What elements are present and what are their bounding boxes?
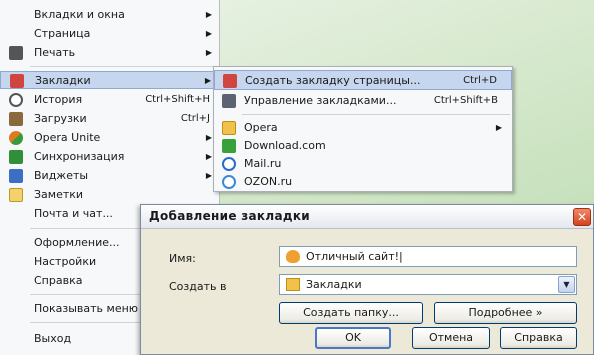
add-bookmark-dialog: Добавление закладки ✕ Имя: Отличный сайт… [140,204,594,355]
submenu-arrow-icon: ▶ [205,152,212,161]
menu-item-label: Вкладки и окна [34,8,125,21]
folder-label: Создать в [169,280,227,293]
submenu-item-label: Управление закладками... [244,94,397,107]
folder-icon [286,278,300,291]
submenu-item-mail-ru[interactable]: Mail.ru [214,154,512,174]
hand-wave-icon [286,250,300,263]
menu-separator [30,66,218,67]
ok-button[interactable]: OK [315,327,391,349]
menu-item-tabs-windows[interactable]: Вкладки и окна ▶ [0,6,220,24]
menu-item-print[interactable]: Печать ▶ [0,44,220,62]
bookmarks-submenu: Создать закладку страницы... Ctrl+D Упра… [213,66,513,192]
submenu-item-label: Создать закладку страницы... [245,74,421,87]
submenu-arrow-icon: ▶ [495,123,502,132]
menu-item-label: Оформление... [34,236,120,249]
menu-item-label: Настройки [34,255,97,268]
name-label: Имя: [169,252,196,265]
menu-item-label: Почта и чат... [34,207,113,220]
close-icon[interactable]: ✕ [573,208,591,226]
menu-item-page[interactable]: Страница ▶ [0,25,220,43]
bookmark-name-value: Отличный сайт!| [306,250,403,263]
menu-item-label: Страница [34,27,91,40]
shortcut-label: Ctrl+Shift+H [145,94,210,105]
bookmark-icon [10,74,24,88]
shortcut-label: Ctrl+J [180,113,210,124]
submenu-item-label: OZON.ru [244,175,293,188]
menu-item-label: Печать [34,46,76,59]
menu-item-label: Загрузки [34,112,87,125]
printer-icon [9,46,23,60]
shortcut-label: Ctrl+Shift+B [433,95,498,106]
dialog-title: Добавление закладки [149,209,310,223]
menu-separator [242,114,510,115]
help-button[interactable]: Справка [500,327,577,349]
menu-item-label: Выход [34,332,72,345]
cancel-button[interactable]: Отмена [412,327,490,349]
menu-item-label: Закладки [35,74,91,87]
menu-item-label: История [34,93,83,106]
menu-item-label: Справка [34,274,83,287]
bookmark-name-input[interactable]: Отличный сайт!| [279,246,577,267]
menu-item-sync[interactable]: Синхронизация ▶ [0,148,220,166]
clock-icon [9,93,23,107]
menu-item-bookmarks[interactable]: Закладки ▶ [0,71,220,89]
bookmark-add-icon [223,74,237,88]
submenu-arrow-icon: ▶ [205,133,212,142]
folder-icon [222,121,236,135]
submenu-item-manage-bookmarks[interactable]: Управление закладками... Ctrl+Shift+B [214,91,512,111]
site-favicon-icon [222,139,236,153]
submenu-arrow-icon: ▶ [204,76,211,85]
shortcut-label: Ctrl+D [463,75,497,86]
unite-icon [9,131,23,145]
menu-item-label: Показывать меню [34,302,139,315]
submenu-item-ozon-ru[interactable]: OZON.ru [214,172,512,192]
dialog-title-bar[interactable]: Добавление закладки ✕ [141,205,593,229]
menu-item-label: Opera Unite [34,131,101,144]
sync-icon [9,150,23,164]
details-button[interactable]: Подробнее » [434,302,577,324]
submenu-arrow-icon: ▶ [205,171,212,180]
folder-select-value: Закладки [306,278,362,291]
menu-item-notes[interactable]: Заметки [0,186,220,204]
menu-item-label: Виджеты [34,169,89,182]
bookmarks-manager-icon [222,94,236,108]
ozon-favicon-icon [222,175,236,189]
submenu-item-bookmark-page[interactable]: Создать закладку страницы... Ctrl+D [214,70,512,90]
submenu-item-download-com[interactable]: Download.com [214,136,512,156]
folder-select[interactable]: Закладки ▼ [279,274,577,295]
submenu-item-label: Mail.ru [244,157,282,170]
submenu-arrow-icon: ▶ [205,48,212,57]
menu-item-widgets[interactable]: Виджеты ▶ [0,167,220,185]
widget-icon [9,169,23,183]
menu-item-history[interactable]: История Ctrl+Shift+H [0,91,220,109]
submenu-arrow-icon: ▶ [205,10,212,19]
create-folder-button[interactable]: Создать папку... [279,302,423,324]
submenu-arrow-icon: ▶ [205,29,212,38]
submenu-item-label: Opera [244,121,278,134]
menu-item-opera-unite[interactable]: Opera Unite ▶ [0,129,220,147]
note-icon [9,188,23,202]
submenu-item-label: Download.com [244,139,326,152]
submenu-item-opera-folder[interactable]: Opera ▶ [214,118,512,138]
menu-item-downloads[interactable]: Загрузки Ctrl+J [0,110,220,128]
download-icon [9,112,23,126]
chevron-down-icon[interactable]: ▼ [558,276,575,293]
at-sign-icon [222,157,236,171]
menu-item-label: Заметки [34,188,84,201]
menu-item-label: Синхронизация [34,150,125,163]
